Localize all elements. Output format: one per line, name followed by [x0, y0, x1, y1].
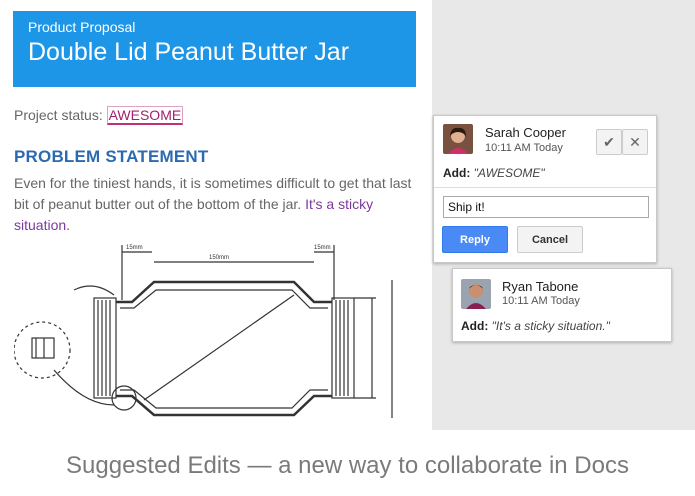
cancel-button[interactable]: Cancel	[517, 226, 583, 253]
avatar	[443, 124, 473, 154]
project-status: Project status: AWESOME	[14, 106, 184, 125]
status-label: Project status:	[14, 107, 103, 123]
comment-card-ryan[interactable]: Ryan Tabone 10:11 AM Today Add: "It's a …	[452, 268, 672, 342]
document-title: Double Lid Peanut Butter Jar	[28, 38, 350, 66]
avatar	[461, 279, 491, 309]
sketch-dim-label: 150mm	[209, 255, 229, 261]
section-heading: PROBLEM STATEMENT	[14, 147, 209, 166]
close-icon: ✕	[629, 133, 641, 150]
document-subtitle: Product Proposal	[28, 19, 136, 35]
suggestion-description: Add: "It's a sticky situation."	[461, 319, 610, 333]
suggested-status-value[interactable]: AWESOME	[106, 106, 184, 125]
reject-suggestion-button[interactable]: ✕	[622, 129, 648, 155]
reply-button[interactable]: Reply	[442, 226, 508, 253]
reply-input[interactable]	[443, 196, 649, 218]
comment-time: 10:11 AM Today	[502, 295, 580, 307]
comment-author: Sarah Cooper	[485, 125, 566, 140]
suggestion-text: "AWESOME"	[473, 166, 545, 180]
caption: Suggested Edits — a new way to collabora…	[66, 452, 629, 479]
problem-paragraph: Even for the tiniest hands, it is someti…	[14, 173, 418, 236]
jar-sketch-drawing: 15mm 150mm 15mm	[14, 245, 393, 418]
suggestion-description: Add: "AWESOME"	[443, 166, 545, 180]
comment-card-sarah[interactable]: Sarah Cooper 10:11 AM Today ✔ ✕ Add: "AW…	[433, 115, 657, 263]
sketch-dim-label: 15mm	[314, 245, 331, 251]
suggestion-text: "It's a sticky situation."	[491, 319, 610, 333]
accept-suggestion-button[interactable]: ✔	[596, 129, 622, 155]
check-icon: ✔	[603, 133, 615, 150]
document-page: Product Proposal Double Lid Peanut Butte…	[0, 0, 432, 430]
sketch-dim-label: 15mm	[126, 245, 143, 251]
divider	[434, 187, 656, 188]
comment-author: Ryan Tabone	[502, 279, 579, 294]
comment-time: 10:11 AM Today	[485, 142, 563, 154]
